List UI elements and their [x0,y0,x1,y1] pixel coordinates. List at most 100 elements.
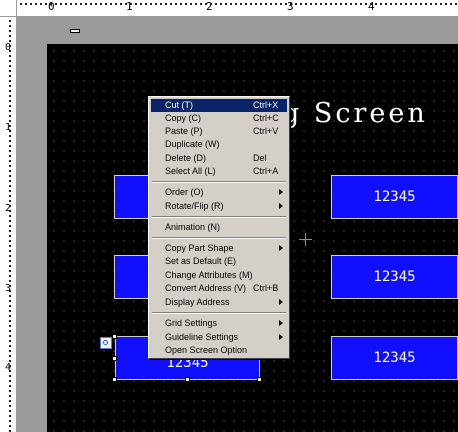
ruler-tick [9,310,11,312]
ruler-tick [9,415,11,417]
ruler-tick [185,3,187,5]
menu-item-label: Select All (L) [165,166,216,176]
menu-item-convert-address[interactable]: Convert Address (V) Ctrl+B [151,282,287,295]
ruler-tick [9,235,11,237]
ruler-tick [190,3,192,5]
screen-title-text[interactable]: g Screen [282,98,428,129]
ruler-tick [9,150,11,152]
ruler-tick [160,3,162,5]
ruler-tick [9,140,11,142]
ruler-tick [9,230,11,232]
menu-item-select-all[interactable]: Select All (L) Ctrl+A [151,165,287,178]
menu-item-set-as-default[interactable]: Set as Default (E) [151,255,287,268]
ruler-tick [180,3,182,5]
selection-handle[interactable] [112,377,117,382]
ruler-tick [420,3,422,5]
context-menu[interactable]: Cut (T) Ctrl+X Copy (C) Ctrl+C Paste (P)… [148,96,290,359]
menu-item-open-screen-option[interactable]: Open Screen Option [151,344,287,357]
ruler-tick [9,315,11,317]
menu-item-duplicate[interactable]: Duplicate (W) [151,138,287,151]
vertical-ruler: 0 1 2 3 4 [0,17,17,432]
ruler-tick [330,3,332,5]
ruler-tick [355,3,357,5]
ruler-tick [280,3,282,5]
ruler-tick [125,3,127,5]
ruler-tick [75,3,77,5]
ruler-tick [9,90,11,92]
ruler-tick [430,3,432,5]
ruler-tick [65,3,67,5]
ruler-tick [215,3,217,5]
menu-item-copy-part-shape[interactable]: Copy Part Shape [151,242,287,255]
menu-item-display-address[interactable]: Display Address [151,296,287,309]
ruler-tick [9,130,11,132]
ruler-tick [290,3,292,5]
menu-separator [152,312,286,314]
ruler-tick [50,3,52,5]
ruler-tick [9,85,11,87]
ruler-tick [9,35,11,37]
numeric-display-part[interactable]: 12345 [331,255,458,299]
menu-item-label: Convert Address (V) [165,283,247,293]
ruler-tick [9,405,11,407]
menu-item-change-attributes[interactable]: Change Attributes (M) [151,269,287,282]
menu-item-guideline-settings[interactable]: Guideline Settings [151,331,287,344]
selection-handle[interactable] [112,356,117,361]
ruler-tick [9,220,11,222]
ruler-tick [9,30,11,32]
menu-item-grid-settings[interactable]: Grid Settings [151,317,287,330]
part-type-icon[interactable] [100,337,112,349]
ruler-tick [9,185,11,187]
numeric-display-part[interactable]: 12345 [331,175,458,219]
ruler-tick [9,195,11,197]
ruler-origin-marker[interactable] [70,29,80,33]
ruler-tick [445,3,447,5]
ruler-tick [9,335,11,337]
menu-item-copy[interactable]: Copy (C) Ctrl+C [151,112,287,125]
ruler-tick [275,3,277,5]
ruler-tick [9,345,11,347]
numeric-display-part[interactable]: 12345 [331,336,458,380]
ruler-tick [9,425,11,427]
menu-separator [152,237,286,239]
ruler-tick [9,160,11,162]
ruler-tick [9,320,11,322]
horizontal-ruler: 0 1 2 3 4 [0,0,458,17]
ruler-tick [9,215,11,217]
menu-item-animation[interactable]: Animation (N) [151,221,287,234]
selection-handle[interactable] [185,377,190,382]
ruler-tick [9,250,11,252]
menu-separator [152,181,286,183]
menu-item-order[interactable]: Order (O) [151,186,287,199]
ruler-tick [400,3,402,5]
submenu-arrow-icon [279,245,283,251]
ruler-tick [250,3,252,5]
ruler-tick [9,355,11,357]
ruler-tick [9,80,11,82]
menu-item-label: Guideline Settings [165,332,239,342]
ruler-tick [9,110,11,112]
menu-item-rotate-flip[interactable]: Rotate/Flip (R) [151,200,287,213]
ruler-tick [9,50,11,52]
selection-handle[interactable] [257,377,262,382]
ruler-tick [425,3,427,5]
numeric-display-part[interactable] [114,175,150,219]
selection-handle[interactable] [112,334,117,339]
ruler-tick [9,175,11,177]
menu-item-shortcut: Ctrl+B [253,283,279,293]
ruler-tick [90,3,92,5]
menu-item-cut[interactable]: Cut (T) Ctrl+X [151,99,287,112]
ruler-tick [9,265,11,267]
menu-item-label: Cut (T) [165,100,193,110]
ruler-tick [95,3,97,5]
menu-item-paste[interactable]: Paste (P) Ctrl+V [151,125,287,138]
ruler-tick [230,3,232,5]
menu-item-label: Order (O) [165,187,204,197]
menu-item-label: Delete (D) [165,153,207,163]
menu-item-delete[interactable]: Delete (D) Del [151,152,287,165]
ruler-tick [415,3,417,5]
ruler-tick [9,225,11,227]
ruler-tick [9,205,11,207]
ruler-tick [9,325,11,327]
numeric-display-part[interactable] [114,255,150,299]
